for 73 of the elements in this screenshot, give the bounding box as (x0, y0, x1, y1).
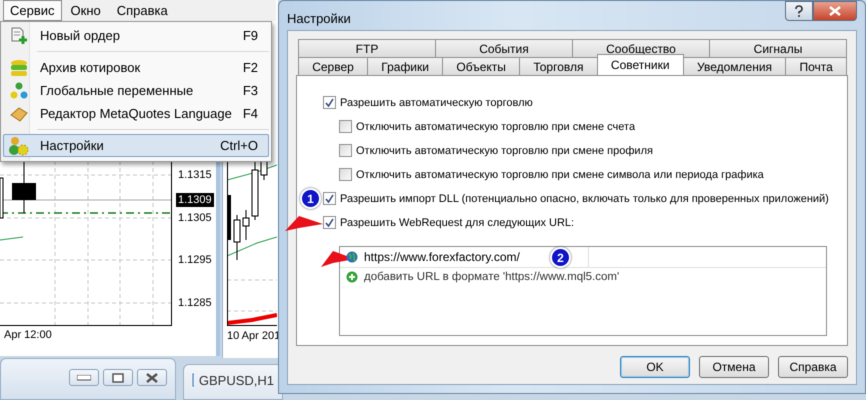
price-label: 1.1295 (177, 253, 213, 267)
checkbox[interactable] (323, 192, 336, 205)
menu-item[interactable]: Глобальные переменные F3 (3, 79, 269, 102)
moving-average-line (0, 236, 24, 240)
current-price-label: 1.1309 (176, 193, 214, 207)
number-badge: 1 (300, 188, 321, 209)
menu-item[interactable]: Редактор MetaQuotes Language F4 (3, 102, 269, 125)
book-icon (10, 104, 28, 122)
tab[interactable]: Сигналы (709, 39, 847, 57)
tab[interactable]: Советники (596, 54, 684, 75)
tab[interactable]: Сервер (298, 57, 368, 75)
menu-item[interactable]: Настройки Ctrl+O (3, 134, 269, 157)
tab[interactable]: События (435, 39, 573, 57)
three-dots-icon (10, 82, 28, 100)
checkbox[interactable] (339, 168, 352, 181)
dialog-title: Настройки (287, 11, 351, 26)
menu-bar-item[interactable]: Сервис (3, 0, 62, 21)
checkbox[interactable] (323, 216, 336, 229)
candlestick (234, 214, 240, 260)
minimize-button[interactable] (69, 369, 99, 386)
database-icon (10, 58, 28, 76)
minimize-icon (77, 374, 91, 380)
tab[interactable]: Торговля (519, 57, 598, 75)
moving-average-line (227, 236, 277, 256)
checkbox[interactable] (339, 144, 352, 157)
checkbox-label: Разрешить автоматическую торговлю (340, 96, 533, 108)
ok-button[interactable]: OK (620, 356, 690, 378)
cancel-button[interactable]: Отмена (699, 356, 769, 378)
checkbox-label: Отключить автоматическую торговлю при смене профиля (356, 144, 653, 156)
close-icon (829, 6, 841, 16)
checkbox[interactable] (339, 120, 352, 133)
globe-icon (346, 251, 358, 263)
chart-tab[interactable]: GBPUSD,H1 (183, 364, 283, 400)
checkbox-label: Отключить автоматическую торговлю при смене символа или периода графика (356, 168, 764, 180)
restore-icon (112, 372, 124, 382)
people-gear-icon (9, 136, 29, 156)
tab[interactable]: Уведомления (682, 57, 786, 75)
time-label: Apr 12:00 (3, 328, 53, 343)
checkbox-label: Разрешить WebRequest для следующих URL: (340, 216, 574, 228)
url-text: https://www.forexfactory.com/ (364, 250, 520, 264)
candlestick (12, 160, 36, 214)
moving-average-line (227, 164, 277, 180)
menu-item[interactable]: Новый ордер F9 (3, 24, 269, 47)
time-label: 10 Apr 201 (227, 329, 278, 344)
question-mark-icon (794, 5, 804, 17)
close-icon (145, 372, 159, 382)
plus-circle-icon (346, 271, 358, 283)
close-button[interactable] (137, 369, 167, 386)
indicator-line (227, 313, 277, 325)
help-button[interactable] (785, 1, 813, 21)
price-label: 1.1315 (177, 168, 213, 182)
menu-item[interactable]: Архив котировок F2 (3, 56, 269, 79)
price-label: 1.1285 (177, 296, 213, 310)
close-button[interactable] (813, 1, 857, 21)
document-plus-icon (10, 26, 28, 44)
candlestick (242, 210, 250, 240)
tab-title: GBPUSD,H1 (198, 373, 274, 388)
checkbox-label: Разрешить импорт DLL (потенциально опасно, включать только для проверенных приложений) (340, 192, 829, 204)
menu-bar-item[interactable]: Окно (64, 0, 108, 21)
price-label: 1.1305 (177, 211, 213, 225)
checkbox[interactable] (323, 96, 336, 109)
menu-bar-item[interactable]: Справка (110, 0, 175, 21)
help-button[interactable]: Справка (778, 356, 848, 378)
tab[interactable]: Графики (367, 57, 444, 75)
tab[interactable]: Объекты (442, 57, 520, 75)
url-row[interactable]: https://www.forexfactory.com/ 2 (340, 247, 826, 268)
candlestick (0, 178, 4, 218)
restore-button[interactable] (103, 369, 133, 386)
checkbox-label: Отключить автоматическую торговлю при смене счета (356, 120, 636, 132)
number-badge: 2 (550, 247, 571, 268)
tab[interactable]: Почта (785, 57, 848, 75)
tab[interactable]: FTP (298, 39, 436, 57)
add-url-link[interactable]: добавить URL в формате 'https://www.mql5.com' (364, 271, 620, 283)
